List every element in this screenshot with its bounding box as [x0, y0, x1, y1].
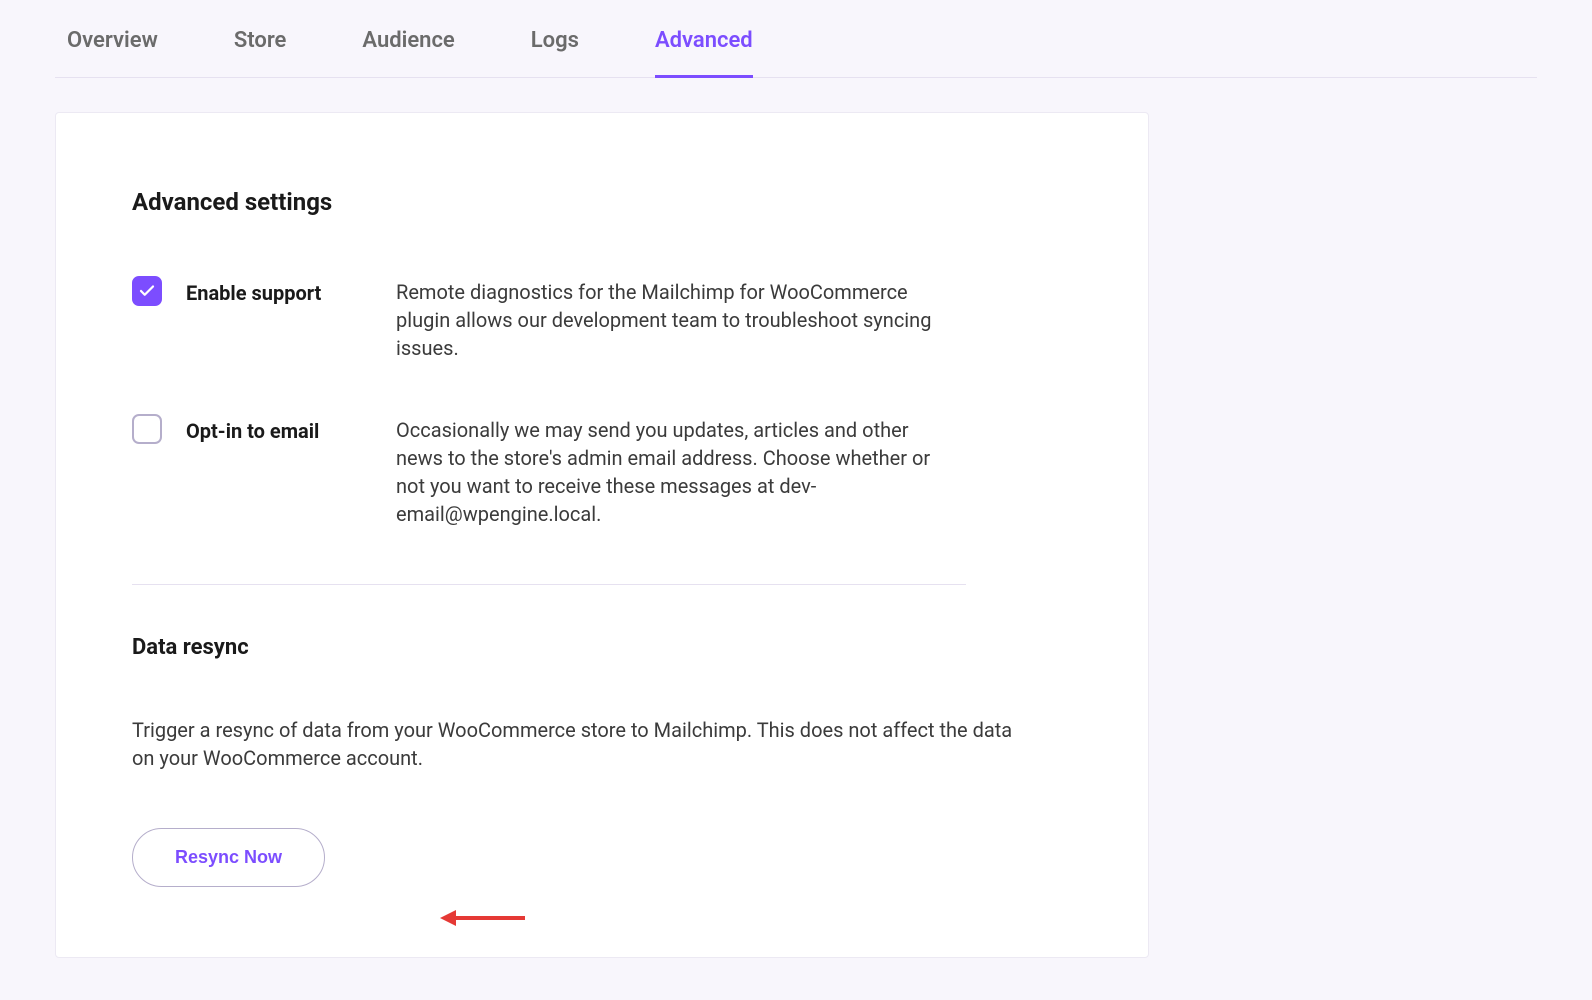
tab-audience[interactable]: Audience	[362, 28, 454, 77]
annotation-arrow	[440, 906, 525, 930]
enable-support-description: Remote diagnostics for the Mailchimp for…	[396, 278, 956, 362]
tab-store[interactable]: Store	[234, 28, 287, 77]
advanced-settings-title: Advanced settings	[132, 188, 1072, 216]
enable-support-checkbox[interactable]	[132, 276, 162, 306]
enable-support-label: Enable support	[186, 281, 396, 305]
tab-overview[interactable]: Overview	[67, 28, 158, 77]
opt-in-email-checkbox[interactable]	[132, 414, 162, 444]
data-resync-title: Data resync	[132, 635, 1072, 660]
setting-opt-in-email: Opt-in to email Occasionally we may send…	[132, 416, 1072, 528]
setting-enable-support: Enable support Remote diagnostics for th…	[132, 278, 1072, 362]
opt-in-email-label: Opt-in to email	[186, 419, 396, 443]
tab-logs[interactable]: Logs	[531, 28, 579, 77]
resync-now-button[interactable]: Resync Now	[132, 828, 325, 887]
arrow-left-icon	[440, 906, 525, 930]
tab-advanced[interactable]: Advanced	[655, 28, 753, 77]
opt-in-email-description: Occasionally we may send you updates, ar…	[396, 416, 956, 528]
section-divider	[132, 584, 966, 585]
data-resync-description: Trigger a resync of data from your WooCo…	[132, 716, 1026, 772]
tabs: Overview Store Audience Logs Advanced	[55, 0, 1537, 78]
check-icon	[138, 282, 156, 300]
advanced-card: Advanced settings Enable support Remote …	[55, 112, 1149, 958]
